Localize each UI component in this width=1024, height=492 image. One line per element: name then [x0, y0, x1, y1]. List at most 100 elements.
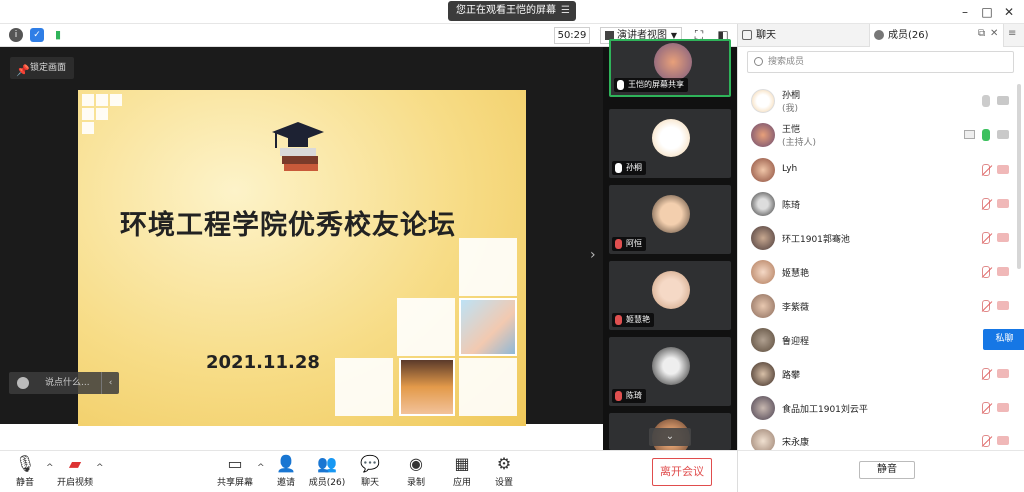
- member-row[interactable]: 李紫薇: [751, 291, 1013, 321]
- share-screen-label: 共享屏幕: [216, 478, 253, 488]
- close-icon[interactable]: ✕: [990, 28, 998, 39]
- chevron-up-icon[interactable]: ^: [96, 463, 104, 473]
- camera-off-icon: [997, 267, 1009, 276]
- search-input[interactable]: 搜索成员: [747, 51, 1014, 73]
- maximize-button[interactable]: □: [978, 3, 996, 21]
- chat-label: 聊天: [360, 478, 379, 488]
- camera-off-icon: [997, 199, 1009, 208]
- meeting-timer: 50:29: [554, 27, 590, 44]
- tab-chat[interactable]: 聊天: [738, 24, 869, 47]
- shield-icon[interactable]: ✓: [30, 28, 44, 42]
- video-tile[interactable]: 姬慧艳: [609, 261, 731, 330]
- chat-button[interactable]: 💬 聊天: [347, 454, 393, 489]
- private-chat-button[interactable]: 私聊: [983, 329, 1024, 350]
- apps-icon: ▦: [454, 454, 470, 473]
- avatar: [751, 158, 775, 182]
- start-video-button[interactable]: ▰ 开启视频: [52, 454, 98, 489]
- mute-label: 静音: [15, 478, 34, 488]
- avatar: [751, 89, 775, 113]
- camera-off-icon: [997, 233, 1009, 242]
- member-row[interactable]: 孙桐 (我): [751, 86, 1013, 116]
- info-icon[interactable]: i: [9, 28, 23, 42]
- camera-icon: [997, 130, 1009, 139]
- member-row[interactable]: 路攀: [751, 359, 1013, 389]
- mic-muted-icon: [982, 300, 990, 312]
- member-name: 李紫薇: [782, 303, 810, 313]
- apps-label: 应用: [452, 478, 471, 488]
- member-row[interactable]: 王恺 (主持人): [751, 120, 1013, 150]
- collapse-chat-icon[interactable]: ‹: [101, 372, 119, 394]
- avatar: [751, 429, 775, 450]
- member-name: Lyh: [782, 164, 798, 174]
- menu-icon[interactable]: ☰: [561, 1, 570, 21]
- apps-button[interactable]: ▦ 应用: [439, 454, 485, 489]
- student-portrait-photo: [399, 358, 455, 416]
- search-placeholder: 搜索成员: [768, 57, 805, 67]
- viewing-screen-banner[interactable]: 您正在观看王恺的屏幕 ☰: [448, 1, 576, 21]
- chat-icon: 💬: [360, 454, 380, 473]
- invite-button[interactable]: 👤 邀请: [263, 455, 309, 489]
- members-scrollbar[interactable]: [1017, 84, 1021, 269]
- tile-name: 阿恒: [612, 237, 646, 251]
- record-icon: ◉: [409, 454, 423, 473]
- mic-muted-icon: [982, 368, 990, 380]
- video-off-icon: ▰: [68, 454, 82, 473]
- mic-muted-icon: [615, 239, 622, 249]
- start-video-label: 开启视频: [56, 478, 93, 488]
- avatar: [751, 396, 775, 420]
- graduation-cap-icon: [272, 122, 324, 171]
- mic-icon: [982, 95, 990, 107]
- gear-icon: ⚙: [496, 454, 512, 473]
- member-row[interactable]: 姬慧艳: [751, 257, 1013, 287]
- member-row[interactable]: 鲁迎程 私聊: [751, 325, 1024, 355]
- lock-view-button[interactable]: 📌 锁定画面: [10, 57, 75, 79]
- avatar: [751, 260, 775, 284]
- avatar: [652, 119, 690, 157]
- member-row[interactable]: Lyh: [751, 155, 1013, 185]
- member-row[interactable]: 宋永康: [751, 426, 1013, 450]
- minimize-button[interactable]: –: [956, 3, 974, 21]
- title-bar: 您正在观看王恺的屏幕 ☰ – □ ✕: [0, 0, 1024, 24]
- member-name: 陈琦: [782, 201, 801, 211]
- scroll-down-button[interactable]: ⌄: [649, 428, 691, 446]
- menu-icon[interactable]: ≡: [1008, 28, 1016, 39]
- camera-icon: [997, 96, 1009, 105]
- avatar: [751, 123, 775, 147]
- leave-meeting-button[interactable]: 离开会议: [652, 458, 712, 486]
- chevron-right-icon[interactable]: ›: [590, 247, 596, 263]
- mic-muted-icon: [982, 266, 990, 278]
- video-tile[interactable]: 王恺的屏幕共享: [609, 39, 731, 97]
- member-row[interactable]: 陈琦: [751, 189, 1013, 219]
- video-tile[interactable]: 孙桐: [609, 109, 731, 178]
- chat-placeholder: 说点什么...: [45, 378, 90, 388]
- video-tile[interactable]: 陈琦: [609, 337, 731, 406]
- record-button[interactable]: ◉ 录制: [393, 454, 439, 489]
- lock-view-label: 锁定画面: [30, 63, 67, 73]
- slide-decor-square: [96, 108, 108, 120]
- mute-all-button[interactable]: 静音: [859, 461, 915, 479]
- member-name: 环工1901郭骞池: [782, 235, 850, 245]
- chat-input[interactable]: 说点什么... ‹: [9, 372, 119, 394]
- member-name: 孙桐: [782, 91, 801, 101]
- mute-button[interactable]: 🎙 静音: [2, 455, 48, 489]
- member-name: 宋永康: [782, 438, 810, 448]
- member-row[interactable]: 环工1901郭骞池: [751, 223, 1013, 253]
- avatar: [652, 195, 690, 233]
- popout-icon[interactable]: ⧉: [978, 28, 985, 39]
- settings-button[interactable]: ⚙ 设置: [481, 454, 527, 489]
- settings-label: 设置: [494, 478, 513, 488]
- slide-decor-square: [82, 94, 94, 106]
- member-row[interactable]: 食品加工1901刘云平: [751, 393, 1013, 423]
- members-button[interactable]: 👥 成员(26): [304, 455, 350, 489]
- members-label: 成员(26): [308, 478, 346, 488]
- camera-off-icon: [997, 165, 1009, 174]
- avatar: [751, 362, 775, 386]
- close-button[interactable]: ✕: [1000, 3, 1018, 21]
- search-icon: [754, 57, 763, 66]
- camera-off-icon: [997, 369, 1009, 378]
- mic-icon: [615, 163, 622, 173]
- video-tile[interactable]: 阿恒: [609, 185, 731, 254]
- emoji-icon[interactable]: [17, 377, 29, 389]
- share-screen-button[interactable]: ▭ 共享屏幕: [212, 455, 258, 489]
- signal-icon[interactable]: ▮: [51, 28, 65, 42]
